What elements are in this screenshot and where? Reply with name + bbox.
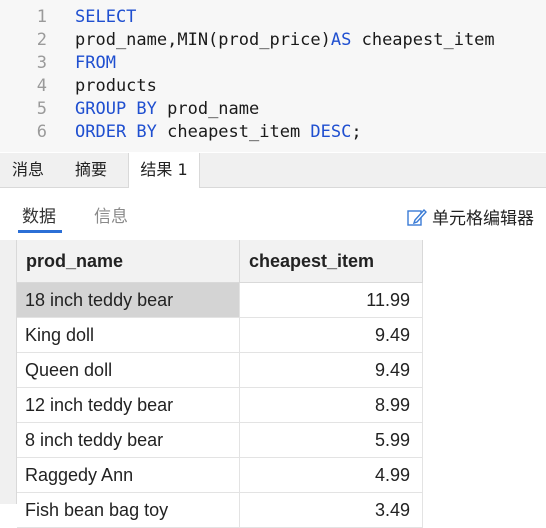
sql-token: cheapest_item <box>351 30 495 50</box>
sql-keyword: AS <box>330 30 352 50</box>
cell-prod-name[interactable]: King doll <box>17 318 240 352</box>
sql-token: products <box>75 76 157 96</box>
cell-cheapest-item[interactable]: 9.49 <box>240 353 423 387</box>
cell-prod-name[interactable]: Queen doll <box>17 353 240 387</box>
sql-token: cheapest_item <box>156 122 311 142</box>
table-row[interactable]: 8 inch teddy bear 5.99 <box>17 423 423 458</box>
line-number: 4 <box>36 76 47 96</box>
table-row[interactable]: Fish bean bag toy 3.49 <box>17 493 423 528</box>
sql-token: prod_name <box>156 99 260 119</box>
active-subtab-indicator <box>18 230 62 233</box>
table-row[interactable]: 12 inch teddy bear 8.99 <box>17 388 423 423</box>
sql-keyword: FROM <box>75 53 116 73</box>
sql-editor[interactable]: 1 SELECT 2 prod_name,MIN(prod_price)AS chea… <box>0 0 546 152</box>
line-number: 2 <box>36 30 47 50</box>
code-line[interactable]: 6 ORDER BY cheapest_item DESC; <box>0 121 546 144</box>
code-line[interactable]: 2 prod_name,MIN(prod_price)AS cheapest_it… <box>0 29 546 52</box>
result-subbar: 数据 信息 单元格编辑器 <box>0 188 546 236</box>
line-number: 5 <box>36 99 47 119</box>
cell-editor-button[interactable]: 单元格编辑器 <box>406 204 534 229</box>
table-row[interactable]: Raggedy Ann 4.99 <box>17 458 423 493</box>
subtab-data[interactable]: 数据 <box>22 202 56 227</box>
cell-prod-name[interactable]: Fish bean bag toy <box>17 493 240 527</box>
code-text: FROM <box>75 52 116 75</box>
cell-prod-name[interactable]: 12 inch teddy bear <box>17 388 240 422</box>
cell-cheapest-item[interactable]: 4.99 <box>240 458 423 492</box>
cell-cheapest-item[interactable]: 11.99 <box>240 283 423 317</box>
row-header-gutter <box>0 240 17 504</box>
cell-prod-name[interactable]: Raggedy Ann <box>17 458 240 492</box>
cell-cheapest-item[interactable]: 5.99 <box>240 423 423 457</box>
line-number: 6 <box>36 122 47 142</box>
cell-cheapest-item[interactable]: 9.49 <box>240 318 423 352</box>
code-line[interactable]: 1 SELECT <box>0 6 546 29</box>
subtab-info[interactable]: 信息 <box>94 202 128 227</box>
sql-keyword: GROUP BY <box>75 99 157 119</box>
code-text: SELECT <box>75 6 136 29</box>
result-tabs: 消息 摘要 结果 1 <box>0 153 546 188</box>
table-row[interactable]: Queen doll 9.49 <box>17 353 423 388</box>
grid-header: prod_name cheapest_item <box>17 240 423 283</box>
code-line[interactable]: 4 products <box>0 75 546 98</box>
cell-prod-name[interactable]: 8 inch teddy bear <box>17 423 240 457</box>
tab-result-1[interactable]: 结果 1 <box>128 153 200 188</box>
code-text: products <box>75 75 157 98</box>
sql-token: prod_name,MIN(prod_price) <box>75 30 331 50</box>
tab-summary[interactable]: 摘要 <box>60 153 122 187</box>
result-grid: prod_name cheapest_item 18 inch teddy be… <box>0 240 546 528</box>
sql-keyword: DESC <box>310 122 352 142</box>
code-line[interactable]: 3 FROM <box>0 52 546 75</box>
line-number: 1 <box>36 7 47 27</box>
line-number: 3 <box>36 53 47 73</box>
edit-icon <box>407 208 427 226</box>
cell-prod-name[interactable]: 18 inch teddy bear <box>17 283 240 317</box>
sql-keyword: SELECT <box>75 7 137 27</box>
code-text: prod_name,MIN(prod_price)AS cheapest_ite… <box>75 29 495 52</box>
column-header-cheapest-item[interactable]: cheapest_item <box>240 240 423 282</box>
code-text: ORDER BY cheapest_item DESC; <box>75 121 362 144</box>
table-row[interactable]: King doll 9.49 <box>17 318 423 353</box>
code-text: GROUP BY prod_name <box>75 98 259 121</box>
sql-keyword: ORDER BY <box>75 122 157 142</box>
code-line[interactable]: 5 GROUP BY prod_name <box>0 98 546 121</box>
cell-editor-label: 单元格编辑器 <box>432 209 534 229</box>
table-row[interactable]: 18 inch teddy bear 11.99 <box>17 283 423 318</box>
cell-cheapest-item[interactable]: 8.99 <box>240 388 423 422</box>
cell-cheapest-item[interactable]: 3.49 <box>240 493 423 527</box>
tab-messages[interactable]: 消息 <box>0 153 56 187</box>
column-header-prod-name[interactable]: prod_name <box>17 240 240 282</box>
sql-token: ; <box>351 122 362 142</box>
